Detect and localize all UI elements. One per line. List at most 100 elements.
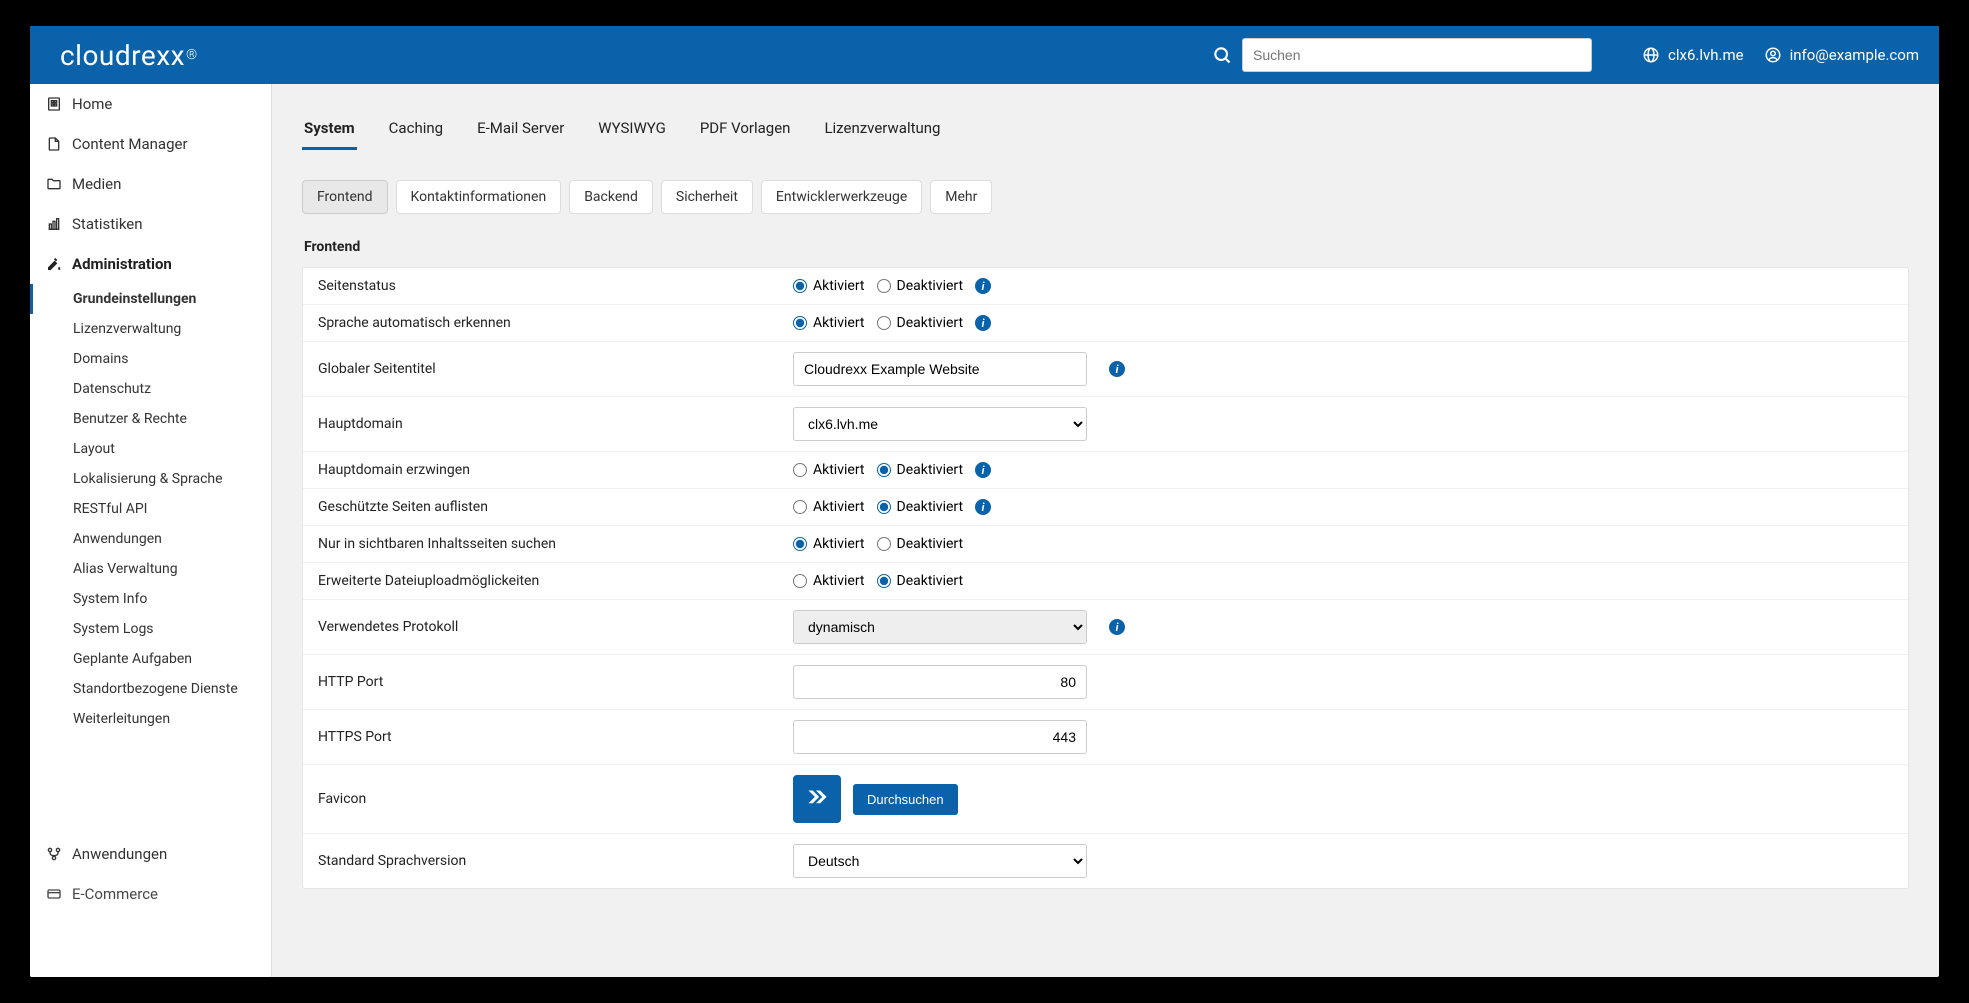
sidebar-sub-system-info[interactable]: System Info	[30, 584, 271, 614]
row-seitenstatus: Seitenstatus Aktiviert Deaktiviert i	[303, 268, 1908, 305]
section-title: Frontend	[302, 239, 1909, 255]
form-label: Hauptdomain	[318, 416, 793, 432]
tab2-entwickler[interactable]: Entwicklerwerkzeuge	[761, 180, 922, 214]
form-label: Hauptdomain erzwingen	[318, 462, 793, 478]
radio-activated[interactable]	[793, 463, 807, 477]
chart-icon	[46, 216, 62, 232]
select-protokoll[interactable]: dynamisch	[793, 610, 1087, 644]
app-window: cloudrexx® clx6.lvh.me info@example.com	[30, 26, 1939, 977]
sidebar-sub-standort[interactable]: Standortbezogene Dienste	[30, 674, 271, 704]
sidebar-item-content-manager[interactable]: Content Manager	[30, 124, 271, 164]
tab-lizenzverwaltung[interactable]: Lizenzverwaltung	[822, 109, 942, 150]
select-hauptdomain[interactable]: clx6.lvh.me	[793, 407, 1087, 441]
form-label: Verwendetes Protokoll	[318, 619, 793, 635]
header-user-link[interactable]: info@example.com	[1764, 46, 1919, 64]
tab2-frontend[interactable]: Frontend	[302, 180, 388, 214]
sidebar-sub-lokalisierung[interactable]: Lokalisierung & Sprache	[30, 464, 271, 494]
input-https-port[interactable]	[793, 720, 1087, 754]
form-label: Geschützte Seiten auflisten	[318, 499, 793, 515]
radio-deactivated[interactable]	[877, 500, 891, 514]
form-label: Seitenstatus	[318, 278, 793, 294]
tab-wysiwyg[interactable]: WYSIWYG	[596, 109, 668, 150]
select-standard-sprache[interactable]: Deutsch	[793, 844, 1087, 878]
sidebar-sub-benutzer-rechte[interactable]: Benutzer & Rechte	[30, 404, 271, 434]
folder-icon	[46, 176, 62, 192]
globe-icon	[1642, 46, 1660, 64]
sidebar-item-administration[interactable]: Administration	[30, 244, 271, 284]
content-area: System Caching E-Mail Server WYSIWYG PDF…	[272, 84, 1939, 977]
info-icon[interactable]: i	[975, 499, 991, 515]
info-icon[interactable]: i	[975, 278, 991, 294]
body: Home Content Manager Medien	[30, 84, 1939, 977]
brand-logo-text: cloudrexx	[60, 39, 185, 72]
tab2-backend[interactable]: Backend	[569, 180, 653, 214]
sidebar-sub-weiterleitungen[interactable]: Weiterleitungen	[30, 704, 271, 734]
tab2-kontakt[interactable]: Kontaktinformationen	[396, 180, 562, 214]
tab2-sicherheit[interactable]: Sicherheit	[661, 180, 753, 214]
row-favicon: Favicon Durchsuchen	[303, 765, 1908, 834]
sidebar-sub-datenschutz[interactable]: Datenschutz	[30, 374, 271, 404]
radio-deactivated[interactable]	[877, 463, 891, 477]
header-bar: cloudrexx® clx6.lvh.me info@example.com	[30, 26, 1939, 84]
brand-logo[interactable]: cloudrexx®	[60, 39, 198, 72]
radio-activated[interactable]	[793, 316, 807, 330]
sidebar-sub-anwendungen[interactable]: Anwendungen	[30, 524, 271, 554]
radio-activated[interactable]	[793, 537, 807, 551]
sidebar-sub-grundeinstellungen[interactable]: Grundeinstellungen	[30, 284, 271, 314]
search-input[interactable]	[1242, 38, 1592, 72]
sidebar-item-label: Administration	[72, 255, 172, 273]
form-label: Erweiterte Dateiuploadmöglickeiten	[318, 573, 793, 589]
row-sichtbare-suchen: Nur in sichtbaren Inhaltsseiten suchen A…	[303, 526, 1908, 563]
sidebar-item-ecommerce[interactable]: E-Commerce	[30, 874, 271, 914]
page-icon	[46, 136, 62, 152]
sidebar-item-anwendungen[interactable]: Anwendungen	[30, 834, 271, 874]
header-user-email: info@example.com	[1790, 46, 1919, 64]
input-http-port[interactable]	[793, 665, 1087, 699]
sidebar-sub-system-logs[interactable]: System Logs	[30, 614, 271, 644]
sidebar-sub-layout[interactable]: Layout	[30, 434, 271, 464]
search-icon[interactable]	[1212, 45, 1232, 65]
form-label: Favicon	[318, 791, 793, 807]
row-geschuetzte: Geschützte Seiten auflisten Aktiviert De…	[303, 489, 1908, 526]
tab2-mehr[interactable]: Mehr	[930, 180, 992, 214]
sidebar-sub-restful-api[interactable]: RESTful API	[30, 494, 271, 524]
tab-email-server[interactable]: E-Mail Server	[475, 109, 566, 150]
tab-pdf-vorlagen[interactable]: PDF Vorlagen	[698, 109, 793, 150]
card-icon	[46, 886, 62, 902]
row-https-port: HTTPS Port	[303, 710, 1908, 765]
sidebar-sub-lizenzverwaltung[interactable]: Lizenzverwaltung	[30, 314, 271, 344]
sidebar[interactable]: Home Content Manager Medien	[30, 84, 272, 977]
sidebar-item-label: Home	[72, 95, 112, 113]
radio-activated[interactable]	[793, 279, 807, 293]
input-global-title[interactable]	[793, 352, 1087, 386]
info-icon[interactable]: i	[1109, 619, 1125, 635]
form-label: HTTPS Port	[318, 729, 793, 745]
viewport: cloudrexx® clx6.lvh.me info@example.com	[0, 0, 1969, 1003]
tab-system[interactable]: System	[302, 109, 357, 150]
radio-deactivated[interactable]	[877, 537, 891, 551]
form-label: Globaler Seitentitel	[318, 361, 793, 377]
info-icon[interactable]: i	[975, 315, 991, 331]
sidebar-sub-domains[interactable]: Domains	[30, 344, 271, 374]
tabs-secondary: Frontend Kontaktinformationen Backend Si…	[302, 180, 1909, 214]
form-label: Sprache automatisch erkennen	[318, 315, 793, 331]
sidebar-sub-alias[interactable]: Alias Verwaltung	[30, 554, 271, 584]
sidebar-item-medien[interactable]: Medien	[30, 164, 271, 204]
radio-deactivated[interactable]	[877, 279, 891, 293]
radio-activated[interactable]	[793, 574, 807, 588]
info-icon[interactable]: i	[975, 462, 991, 478]
info-icon[interactable]: i	[1109, 361, 1125, 377]
home-icon	[46, 96, 62, 112]
sidebar-sub-geplante[interactable]: Geplante Aufgaben	[30, 644, 271, 674]
row-protokoll: Verwendetes Protokoll dynamisch i	[303, 600, 1908, 655]
radio-activated[interactable]	[793, 500, 807, 514]
browse-button[interactable]: Durchsuchen	[853, 784, 958, 815]
sidebar-item-home[interactable]: Home	[30, 84, 271, 124]
sidebar-item-statistiken[interactable]: Statistiken	[30, 204, 271, 244]
tab-caching[interactable]: Caching	[387, 109, 445, 150]
header-domain-link[interactable]: clx6.lvh.me	[1642, 46, 1744, 64]
radio-deactivated[interactable]	[877, 574, 891, 588]
form-panel: Seitenstatus Aktiviert Deaktiviert i Spr…	[302, 267, 1909, 889]
radio-deactivated[interactable]	[877, 316, 891, 330]
header-domain-text: clx6.lvh.me	[1668, 46, 1744, 64]
